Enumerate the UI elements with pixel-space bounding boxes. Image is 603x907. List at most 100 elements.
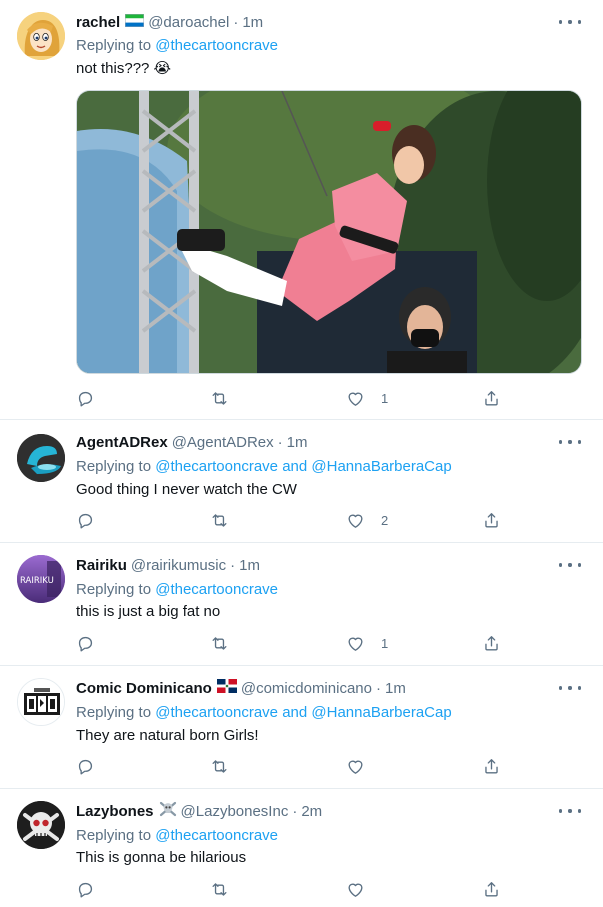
retweet-icon <box>212 882 227 896</box>
replying-to-label: Replying to <box>76 704 152 721</box>
skull-crossbones-icon <box>159 800 177 822</box>
avatar[interactable] <box>17 434 65 482</box>
user-handle[interactable]: @comicdominicano <box>241 680 372 697</box>
retweet-button[interactable] <box>210 386 229 410</box>
retweet-button[interactable] <box>210 877 229 901</box>
retweet-icon <box>212 391 227 405</box>
display-name[interactable]: AgentADRex <box>76 434 168 451</box>
tweet[interactable]: Lazybones @LazybonesInc · 2m Replying to… <box>0 789 603 907</box>
mention-and: and <box>282 704 308 721</box>
mention-link[interactable]: @HannaBarberaCap <box>311 704 451 721</box>
timestamp[interactable]: 1m <box>385 680 406 697</box>
share-icon <box>485 881 498 897</box>
tweet-header: Lazybones @LazybonesInc · 2m <box>76 801 322 821</box>
avatar[interactable] <box>17 12 65 60</box>
user-handle[interactable]: @rairikumusic <box>131 557 226 574</box>
like-count: 1 <box>381 635 389 651</box>
heart-icon <box>348 760 363 774</box>
tweet[interactable]: RAIRIKU Rairiku @rairikumusic · 1m Reply… <box>0 543 603 666</box>
tweet-text: not this??? 😭 <box>76 60 172 77</box>
reply-button[interactable] <box>76 877 95 901</box>
reply-button[interactable] <box>76 508 95 532</box>
share-icon <box>485 635 498 651</box>
replying-to-label: Replying to <box>76 458 152 475</box>
timestamp[interactable]: 2m <box>301 803 322 820</box>
reply-icon <box>78 636 93 651</box>
timestamp[interactable]: 1m <box>242 14 263 31</box>
separator: · <box>375 679 381 697</box>
mention-and: and <box>282 458 308 475</box>
more-options-icon[interactable] <box>559 14 581 30</box>
like-button[interactable]: 1 <box>346 386 388 410</box>
avatar[interactable] <box>17 678 65 726</box>
display-name[interactable]: Rairiku <box>76 557 127 574</box>
tweet-media-image[interactable] <box>76 90 582 374</box>
tweet[interactable]: AgentADRex @AgentADRex · 1m Replying to … <box>0 420 603 543</box>
avatar[interactable]: RAIRIKU <box>17 555 65 603</box>
tweet-actions: 1 <box>76 386 506 410</box>
tweet-header: Comic Dominicano @comicdominicano · 1m <box>76 678 406 698</box>
user-handle[interactable]: @AgentADRex <box>172 434 274 451</box>
more-options-icon[interactable] <box>559 434 581 450</box>
tweet-header: rachel @daroachel · 1m <box>76 12 263 32</box>
avatar[interactable] <box>17 801 65 849</box>
like-count: 2 <box>381 512 389 528</box>
retweet-button[interactable] <box>210 631 229 655</box>
avatar-image <box>17 12 65 60</box>
reply-icon <box>78 513 93 528</box>
like-button[interactable] <box>346 754 381 778</box>
user-handle[interactable]: @daroachel <box>148 14 229 31</box>
retweet-icon <box>212 759 227 773</box>
media-photo <box>77 91 581 373</box>
like-button[interactable]: 1 <box>346 631 388 655</box>
share-button[interactable] <box>482 631 501 655</box>
share-button[interactable] <box>482 386 501 410</box>
mention-link[interactable]: @HannaBarberaCap <box>311 458 451 475</box>
heart-icon <box>348 392 363 406</box>
replying-to: Replying to @thecartooncrave <box>76 827 278 844</box>
more-options-icon[interactable] <box>559 680 581 696</box>
tweet-text: this is just a big fat no <box>76 603 221 620</box>
display-name[interactable]: Comic Dominicano <box>76 680 212 697</box>
share-button[interactable] <box>482 508 501 532</box>
timestamp[interactable]: 1m <box>239 557 260 574</box>
retweet-icon <box>212 513 227 527</box>
tweet-text: They are natural born Girls! <box>76 727 259 744</box>
share-icon <box>485 512 498 528</box>
like-button[interactable]: 2 <box>346 508 388 532</box>
like-button[interactable] <box>346 877 381 901</box>
reply-button[interactable] <box>76 386 95 410</box>
retweet-button[interactable] <box>210 754 229 778</box>
mention-link[interactable]: @thecartooncrave <box>155 458 278 475</box>
reply-button[interactable] <box>76 631 95 655</box>
replying-to-label: Replying to <box>76 581 152 598</box>
share-icon <box>485 390 498 406</box>
retweet-button[interactable] <box>210 508 229 532</box>
share-button[interactable] <box>482 754 501 778</box>
heart-icon <box>348 637 363 651</box>
sierra-leone-flag-icon <box>125 13 145 31</box>
like-count: 1 <box>381 390 389 406</box>
heart-icon <box>348 514 363 528</box>
share-icon <box>485 758 498 774</box>
mention-link[interactable]: @thecartooncrave <box>155 581 278 598</box>
mention-link[interactable]: @thecartooncrave <box>155 37 278 54</box>
display-name[interactable]: rachel <box>76 14 120 31</box>
share-button[interactable] <box>482 877 501 901</box>
more-options-icon[interactable] <box>559 557 581 573</box>
user-handle[interactable]: @LazybonesInc <box>181 803 289 820</box>
tweet[interactable]: Comic Dominicano @comicdominicano · 1m R… <box>0 666 603 789</box>
avatar-image <box>17 434 65 482</box>
tweet-actions <box>76 754 506 778</box>
more-options-icon[interactable] <box>559 803 581 819</box>
mention-link[interactable]: @thecartooncrave <box>155 827 278 844</box>
replying-to: Replying to @thecartooncrave <box>76 581 278 598</box>
tweet-header: Rairiku @rairikumusic · 1m <box>76 555 260 575</box>
reply-button[interactable] <box>76 754 95 778</box>
mention-link[interactable]: @thecartooncrave <box>155 704 278 721</box>
timestamp[interactable]: 1m <box>287 434 308 451</box>
replying-to: Replying to @thecartooncrave and @HannaB… <box>76 458 452 475</box>
display-name[interactable]: Lazybones <box>76 803 154 820</box>
dominican-republic-flag-icon <box>216 679 237 697</box>
tweet[interactable]: rachel @daroachel · 1m Replying to @thec… <box>0 0 603 420</box>
